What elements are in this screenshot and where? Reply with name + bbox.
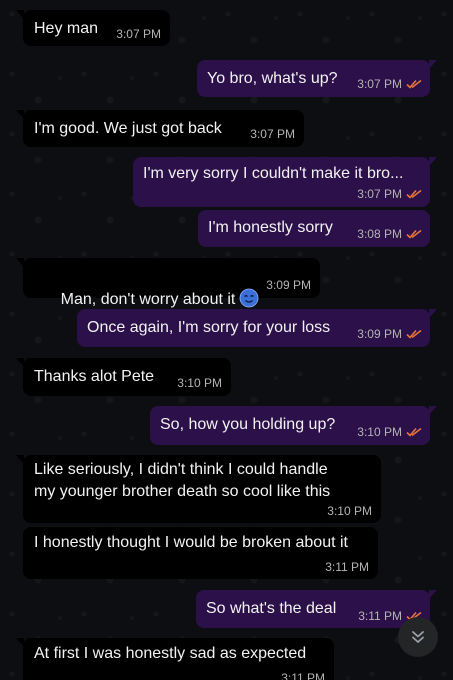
- message-text: Yo bro, what's up?: [207, 70, 338, 87]
- double-check-icon: [406, 229, 422, 239]
- message-time: 3:11 PM: [281, 671, 325, 680]
- message-text: So, how you holding up?: [160, 416, 336, 433]
- message-bubble-incoming[interactable]: Man, don't worry about it 3:09 PM: [16, 258, 320, 308]
- message-text: I'm honestly sorry: [208, 219, 333, 236]
- message-bubble-incoming[interactable]: At first I was honestly sad as expected …: [16, 638, 334, 680]
- double-chevron-down-icon: [412, 631, 424, 643]
- message-time: 3:08 PM: [357, 227, 402, 241]
- message-time: 3:07 PM: [357, 77, 402, 91]
- message-bubble-outgoing[interactable]: So what's the deal 3:11 PM: [196, 590, 437, 628]
- message-bubble-outgoing[interactable]: I'm very sorry I couldn't make it bro...…: [133, 157, 437, 207]
- message-meta: 3:10 PM: [357, 425, 422, 439]
- double-check-icon: [406, 329, 422, 339]
- message-bubble-incoming[interactable]: Like seriously, I didn't think I could h…: [16, 455, 381, 523]
- message-bubble-outgoing[interactable]: So, how you holding up? 3:10 PM: [150, 406, 437, 445]
- message-text: I honestly thought I would be broken abo…: [34, 534, 348, 551]
- message-time: 3:07 PM: [116, 27, 161, 41]
- message-text: Once again, I'm sorry for your loss: [87, 319, 331, 336]
- message-text: Like seriously, I didn't think I could h…: [34, 461, 331, 500]
- message-bubble-incoming[interactable]: I'm good. We just got back 3:07 PM: [16, 110, 304, 147]
- message-text: Thanks alot Pete: [34, 368, 155, 385]
- message-bubble-incoming[interactable]: Thanks alot Pete 3:10 PM: [16, 358, 231, 396]
- message-text: I'm very sorry I couldn't make it bro...: [143, 165, 404, 182]
- message-meta: 3:09 PM: [357, 327, 422, 341]
- message-bubble-outgoing[interactable]: I'm honestly sorry 3:08 PM: [198, 210, 430, 247]
- message-bubble-outgoing[interactable]: Once again, I'm sorry for your loss 3:09…: [77, 309, 437, 347]
- message-meta: 3:08 PM: [357, 227, 422, 241]
- message-time: 3:11 PM: [325, 560, 369, 574]
- scroll-to-bottom-button[interactable]: [398, 617, 438, 657]
- message-time: 3:09 PM: [357, 327, 402, 341]
- relieved-face-icon: [239, 288, 259, 308]
- message-time: 3:07 PM: [250, 127, 295, 141]
- message-time: 3:10 PM: [327, 504, 372, 518]
- message-bubble-incoming[interactable]: I honestly thought I would be broken abo…: [23, 527, 378, 579]
- double-check-icon: [406, 427, 422, 437]
- double-check-icon: [406, 79, 422, 89]
- message-text: I'm good. We just got back: [34, 120, 222, 137]
- message-time: 3:10 PM: [177, 376, 222, 390]
- message-time: 3:11 PM: [358, 609, 402, 623]
- message-bubble-incoming[interactable]: Hey man 3:07 PM: [16, 10, 170, 46]
- message-meta: 3:07 PM: [357, 77, 422, 91]
- chat-background: Hey man 3:07 PM Yo bro, what's up? 3:07 …: [0, 0, 453, 680]
- message-time: 3:10 PM: [357, 425, 402, 439]
- message-meta: 3:07 PM: [357, 187, 422, 201]
- message-text: At first I was honestly sad as expected: [34, 645, 307, 662]
- message-text: Hey man: [34, 20, 99, 37]
- message-time: 3:09 PM: [266, 278, 311, 292]
- message-text-content: Man, don't worry about it: [60, 291, 236, 308]
- message-text: So what's the deal: [206, 600, 337, 617]
- double-check-icon: [406, 189, 422, 199]
- message-bubble-outgoing[interactable]: Yo bro, what's up? 3:07 PM: [197, 60, 437, 97]
- message-time: 3:07 PM: [357, 187, 402, 201]
